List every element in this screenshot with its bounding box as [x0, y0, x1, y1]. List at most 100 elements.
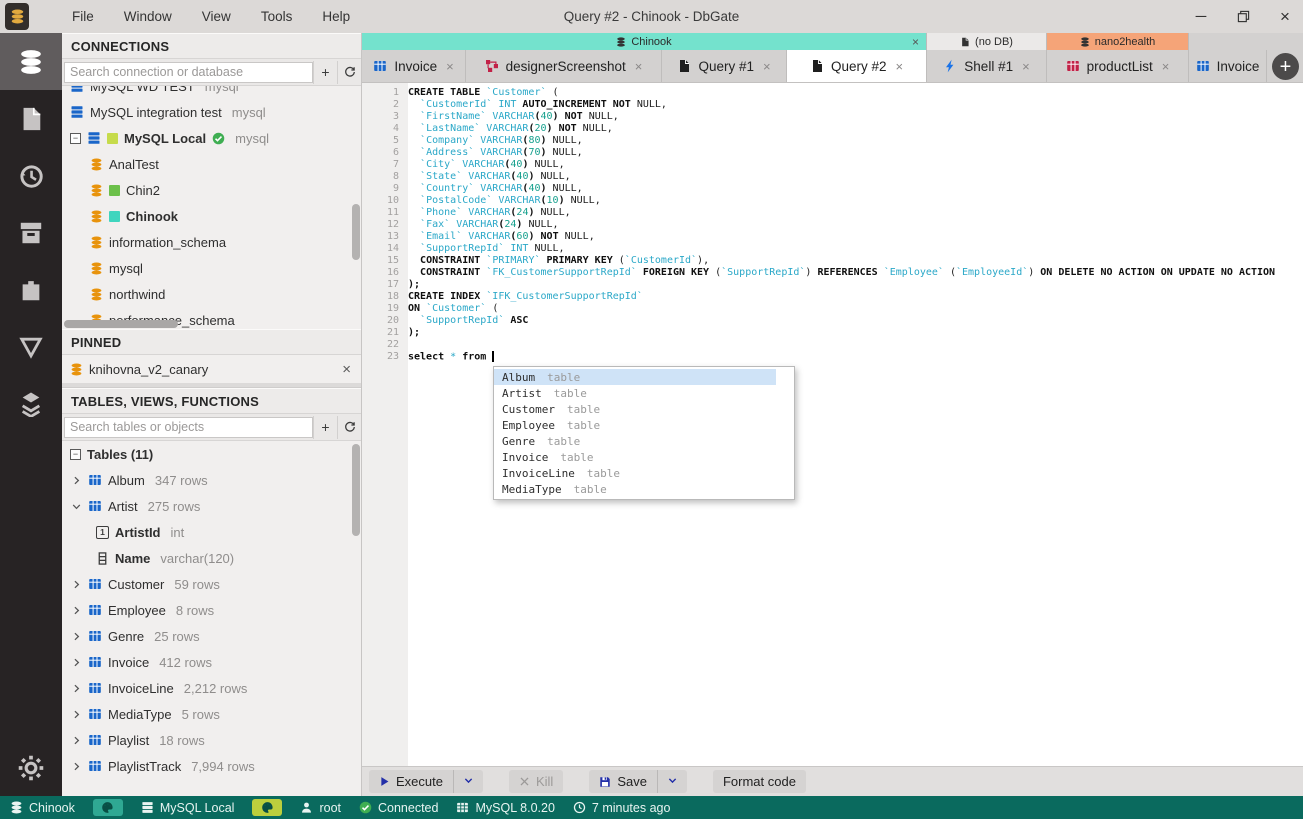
tables-vscrollbar[interactable] [352, 444, 360, 536]
tab-Invoice[interactable]: Invoice [1189, 50, 1267, 82]
connections-hscrollbar[interactable] [64, 320, 178, 328]
close-button[interactable]: × [1277, 7, 1293, 26]
chevron-glyph [71, 631, 82, 642]
tab-designerScreenshot[interactable]: designerScreenshot × [466, 50, 662, 82]
sidebar-item-plugins[interactable] [0, 261, 62, 318]
connection-list-item[interactable]: AnalTest [62, 151, 361, 177]
close-group-icon[interactable]: × [912, 35, 919, 49]
tab-Query2[interactable]: Query #2 × [787, 50, 927, 82]
autocomplete-item-Genre[interactable]: Genre table [494, 433, 776, 449]
autocomplete-item-Album[interactable]: Album table [494, 369, 776, 385]
connection-list-item[interactable]: Chinook [62, 203, 361, 229]
execute-button[interactable]: Execute [369, 770, 453, 793]
close-tab-icon[interactable]: × [1162, 59, 1170, 74]
connections-search-input[interactable] [64, 61, 313, 83]
unpin-close-icon[interactable]: × [342, 361, 351, 378]
sidebar-item-history[interactable] [0, 147, 62, 204]
tab-Invoice[interactable]: Invoice × [362, 50, 466, 82]
connection-list-item[interactable]: − MySQL Local mysql [62, 125, 361, 151]
chevron-down-icon[interactable] [70, 501, 82, 512]
chevron-right-icon[interactable] [70, 475, 82, 486]
menu-window[interactable]: Window [109, 9, 187, 24]
sidebar-item-archive[interactable] [0, 204, 62, 261]
sidebar-item-files[interactable] [0, 90, 62, 147]
new-tab-button[interactable]: + [1272, 53, 1299, 80]
execute-options-button[interactable] [454, 775, 483, 789]
tables-search-input[interactable] [64, 416, 313, 438]
chevron-right-icon[interactable] [70, 761, 82, 772]
menu-help[interactable]: Help [307, 9, 365, 24]
sidebar-item-cell-data[interactable] [0, 375, 62, 432]
close-tab-icon[interactable]: × [635, 59, 643, 74]
collapse-expander[interactable]: − [70, 132, 81, 144]
add-table-button[interactable]: + [313, 415, 337, 439]
chevron-right-icon[interactable] [70, 683, 82, 694]
kill-button[interactable]: Kill [508, 770, 564, 793]
sql-editor[interactable]: 1 2 3 4 5 6 7 8 9 10 11 12 13 14 15 16 17 18 19 20 21 22 23 CR… [362, 83, 1303, 766]
tab-group-Chinook[interactable]: Chinook × [362, 33, 927, 50]
tables-root-row[interactable]: − Tables (11) [62, 441, 361, 467]
column-row[interactable]: Name varchar(120) [62, 545, 361, 571]
connection-list-item[interactable]: information_schema [62, 229, 361, 255]
tab-Query1[interactable]: Query #1 × [662, 50, 787, 82]
database-icon [90, 210, 103, 223]
table-row[interactable]: Playlist 18 rows [62, 727, 361, 753]
chevron-right-icon[interactable] [70, 657, 82, 668]
table-name: MediaType [108, 706, 172, 722]
pinned-item[interactable]: knihovna_v2_canary × [62, 355, 361, 383]
table-row[interactable]: Invoice 412 rows [62, 649, 361, 675]
table-row[interactable]: MediaType 5 rows [62, 701, 361, 727]
minimize-button[interactable]: ─ [1193, 8, 1209, 25]
close-tab-icon[interactable]: × [1022, 59, 1030, 74]
table-row[interactable]: Genre 25 rows [62, 623, 361, 649]
connections-vscrollbar[interactable] [352, 204, 360, 260]
connection-list-item[interactable]: mysql [62, 255, 361, 281]
connection-list-item[interactable]: Chin2 [62, 177, 361, 203]
chevron-right-icon[interactable] [70, 735, 82, 746]
sidebar-item-query-designer[interactable] [0, 318, 62, 375]
collapse-expander[interactable]: − [70, 448, 81, 460]
add-connection-button[interactable]: + [313, 60, 337, 84]
close-tab-icon[interactable]: × [763, 59, 771, 74]
table-row[interactable]: Artist 275 rows [62, 493, 361, 519]
tab-group-noDB[interactable]: (no DB) [927, 33, 1047, 50]
autocomplete-item-Invoice[interactable]: Invoice table [494, 449, 776, 465]
connection-list-item[interactable]: northwind [62, 281, 361, 307]
autocomplete-item-MediaType[interactable]: MediaType table [494, 481, 776, 497]
close-tab-icon[interactable]: × [446, 59, 454, 74]
restore-button[interactable] [1235, 9, 1251, 25]
format-code-button[interactable]: Format code [712, 770, 806, 793]
autocomplete-item-Customer[interactable]: Customer table [494, 401, 776, 417]
connection-list-item[interactable]: MySQL WD TEST mysql [62, 86, 361, 99]
color-badge[interactable] [252, 799, 283, 816]
sidebar-item-connections[interactable] [0, 33, 62, 90]
autocomplete-item-InvoiceLine[interactable]: InvoiceLine table [494, 465, 776, 481]
sidebar-item-settings[interactable] [18, 748, 44, 788]
save-button[interactable]: Save [589, 770, 657, 793]
refresh-tables-button[interactable] [337, 415, 361, 439]
refresh-connections-button[interactable] [337, 60, 361, 84]
table-row[interactable]: Employee 8 rows [62, 597, 361, 623]
tab-productList[interactable]: productList × [1047, 50, 1189, 82]
autocomplete-item-Artist[interactable]: Artist table [494, 385, 776, 401]
chevron-right-icon[interactable] [70, 631, 82, 642]
autocomplete-item-Employee[interactable]: Employee table [494, 417, 776, 433]
save-options-button[interactable] [658, 775, 687, 789]
color-badge[interactable] [92, 799, 123, 816]
close-tab-icon[interactable]: × [895, 59, 903, 74]
menu-file[interactable]: File [57, 9, 109, 24]
chevron-right-icon[interactable] [70, 605, 82, 616]
chevron-right-icon[interactable] [70, 709, 82, 720]
table-row[interactable]: Customer 59 rows [62, 571, 361, 597]
menu-view[interactable]: View [187, 9, 246, 24]
table-row[interactable]: InvoiceLine 2,212 rows [62, 675, 361, 701]
column-row[interactable]: 1 ArtistId int [62, 519, 361, 545]
tab-group-nano2health[interactable]: nano2health [1047, 33, 1189, 50]
table-row[interactable]: PlaylistTrack 7,994 rows [62, 753, 361, 779]
tab-Shell1[interactable]: Shell #1 × [927, 50, 1047, 82]
chevron-right-icon[interactable] [70, 579, 82, 590]
connection-list-item[interactable]: MySQL integration test mysql [62, 99, 361, 125]
table-row[interactable]: Album 347 rows [62, 467, 361, 493]
menu-tools[interactable]: Tools [246, 9, 308, 24]
chevron-glyph [71, 475, 82, 486]
